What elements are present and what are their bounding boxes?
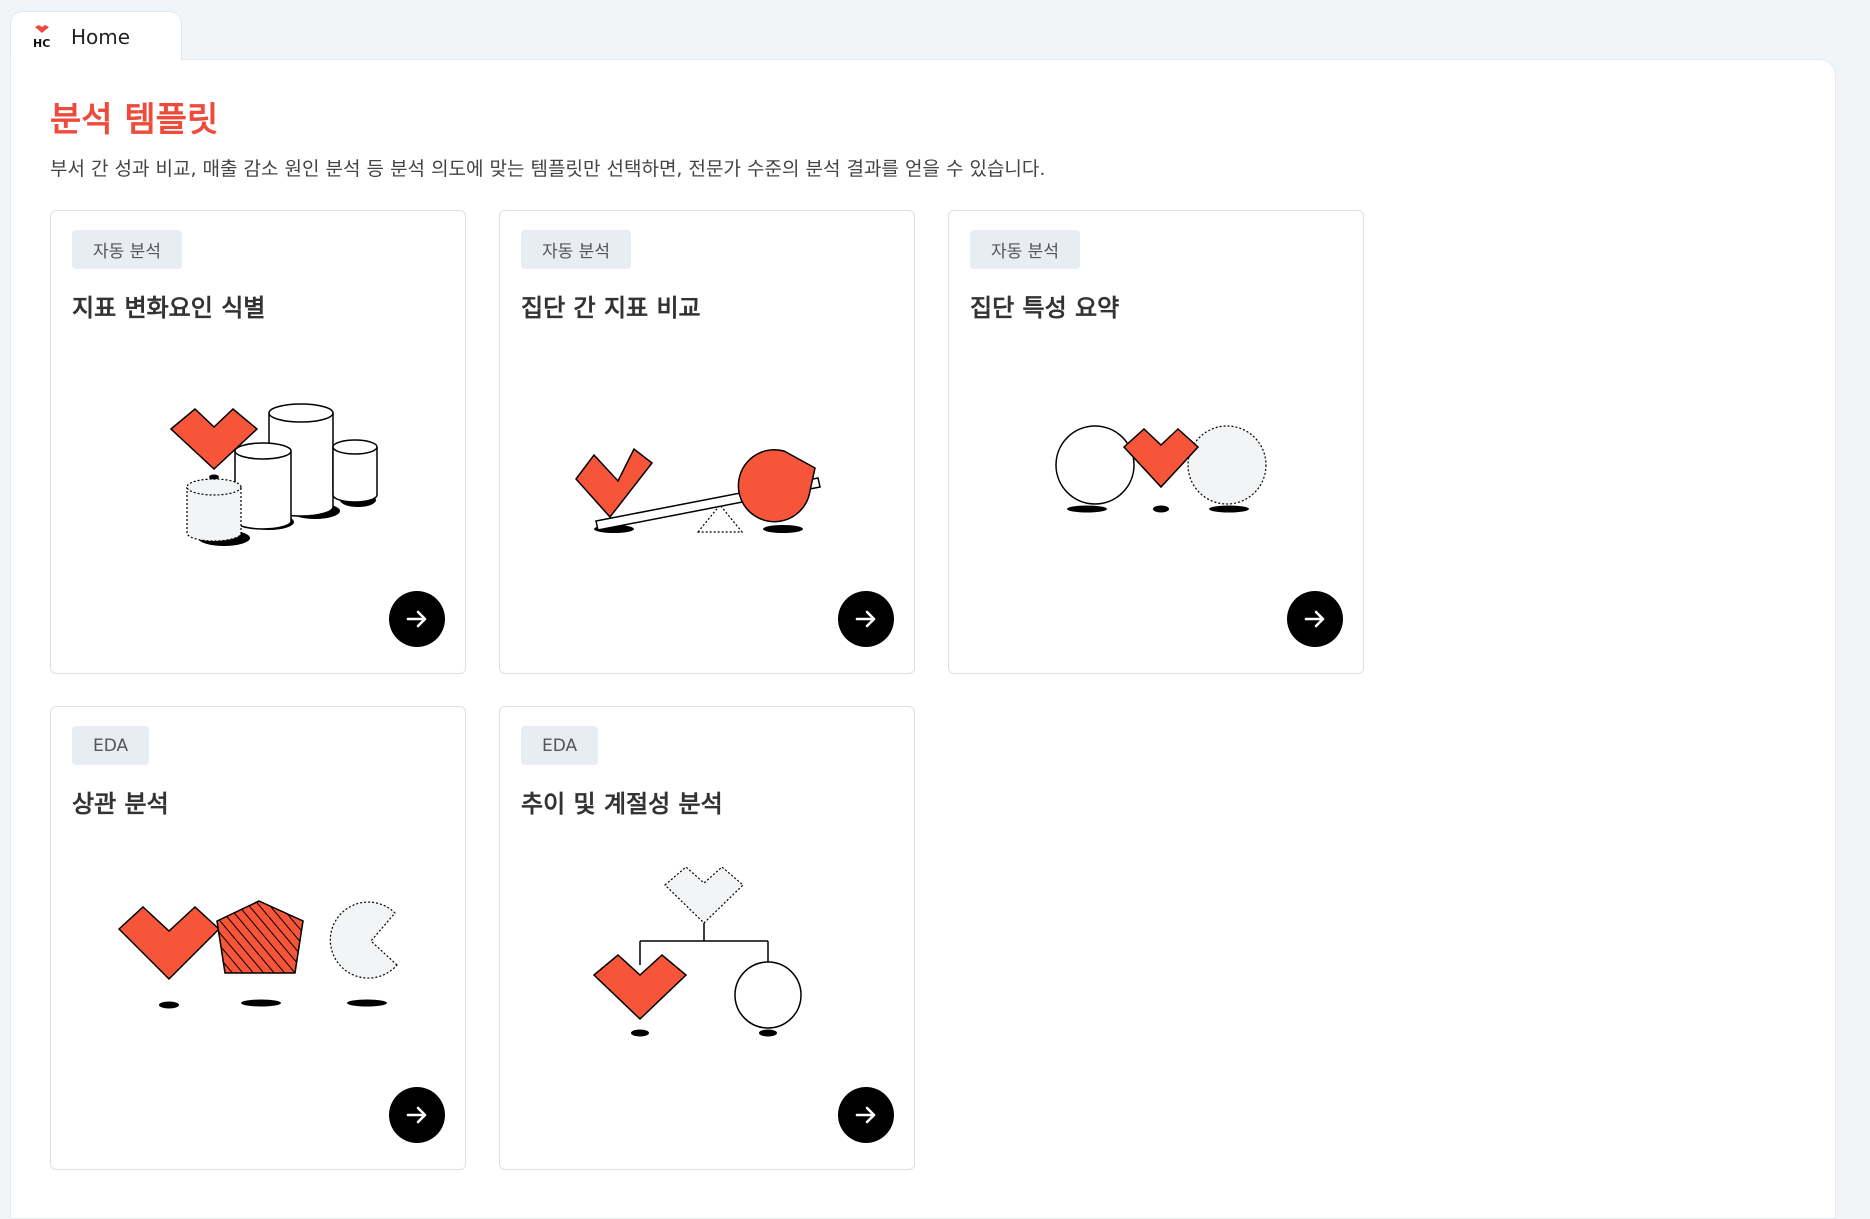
page-subtitle: 부서 간 성과 비교, 매출 감소 원인 분석 등 분석 의도에 맞는 템플릿만… [50, 158, 1046, 180]
template-title: 상관 분석 [72, 790, 169, 818]
hc-heart-logo-icon: HC [33, 24, 50, 50]
template-card-group-summary[interactable]: 자동 분석 집단 특성 요약 [948, 210, 1364, 674]
tab-label: Home [71, 24, 131, 49]
template-card-metric-change[interactable]: 자동 분석 지표 변화요인 식별 [50, 210, 466, 674]
tab-home[interactable]: HC Home [10, 11, 182, 61]
template-title: 집단 특성 요약 [970, 294, 1120, 322]
open-template-button[interactable] [1287, 591, 1343, 647]
template-badge: EDA [72, 726, 150, 765]
arrow-right-icon [855, 610, 876, 628]
open-template-button[interactable] [389, 591, 445, 647]
heart-between-circles-illustration [1055, 425, 1267, 513]
template-card-group-compare[interactable]: 자동 분석 집단 간 지표 비교 [499, 210, 915, 674]
arrow-right-icon [406, 1106, 427, 1124]
template-badge: EDA [521, 726, 599, 765]
tree-diagram-illustration [592, 867, 802, 1037]
template-badge: 자동 분석 [521, 230, 631, 269]
open-template-button[interactable] [838, 1087, 894, 1143]
open-template-button[interactable] [838, 591, 894, 647]
open-template-button[interactable] [389, 1087, 445, 1143]
arrow-right-icon [855, 1106, 876, 1124]
template-badge: 자동 분석 [72, 230, 182, 269]
heart-and-cylinders-illustration [169, 403, 378, 546]
page-title: 분석 템플릿 [50, 100, 219, 140]
svg-text:HC: HC [33, 37, 50, 50]
template-card-correlation[interactable]: EDA 상관 분석 [50, 706, 466, 1170]
arrow-right-icon [406, 610, 427, 628]
template-title: 지표 변화요인 식별 [72, 294, 266, 322]
template-badge: 자동 분석 [970, 230, 1080, 269]
seesaw-illustration [575, 447, 821, 533]
main-panel: 분석 템플릿 부서 간 성과 비교, 매출 감소 원인 분석 등 분석 의도에 … [10, 59, 1836, 1219]
template-title: 집단 간 지표 비교 [521, 294, 701, 322]
arrow-right-icon [1304, 610, 1325, 628]
heart-pentagon-pacman-illustration [117, 900, 398, 1009]
template-title: 추이 및 계절성 분석 [521, 790, 723, 818]
template-card-trend-seasonality[interactable]: EDA 추이 및 계절성 분석 [499, 706, 915, 1170]
